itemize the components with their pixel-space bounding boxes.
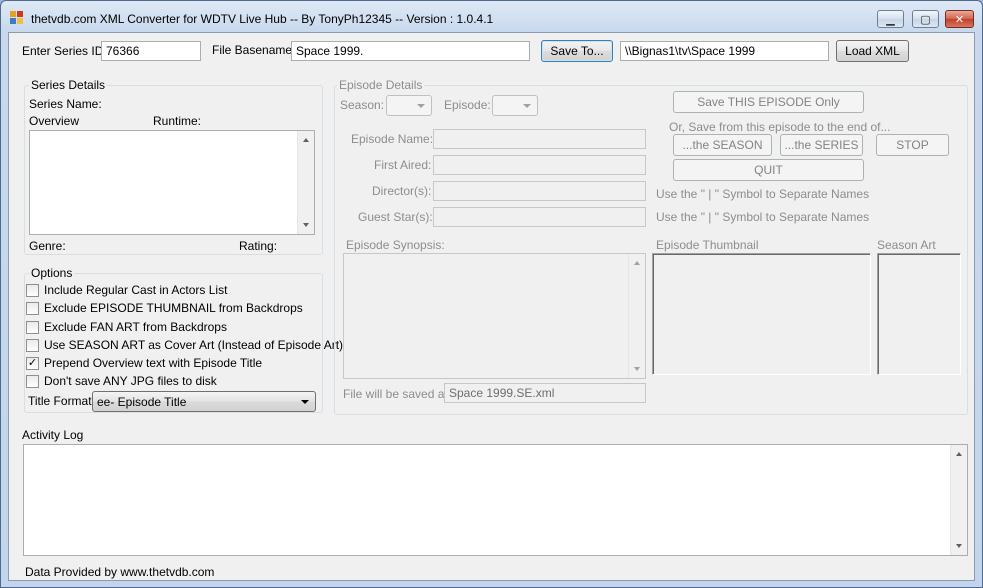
series-id-label: Enter Series ID [22, 44, 104, 58]
stop-button[interactable]: STOP [876, 134, 949, 156]
option-checkbox-season-art[interactable] [26, 339, 39, 352]
activity-log-scrollbar[interactable] [950, 445, 967, 555]
first-aired-label: First Aired: [374, 158, 432, 172]
directors-input[interactable] [433, 181, 646, 201]
overview-textarea[interactable] [29, 130, 315, 235]
chevron-down-icon [523, 104, 531, 108]
minimize-icon: ▁ [886, 13, 895, 26]
title-format-select[interactable]: ee- Episode Title [92, 391, 316, 412]
option-label-exclude-thumbnail: Exclude EPISODE THUMBNAIL from Backdrops [44, 301, 303, 315]
save-path-input[interactable]: \\Bignas1\tv\Space 1999 [620, 41, 829, 61]
option-label-prepend-overview: Prepend Overview text with Episode Title [44, 356, 263, 370]
activity-log-textarea[interactable] [23, 444, 968, 556]
options-title: Options [29, 266, 75, 280]
episode-name-label: Episode Name: [351, 132, 434, 146]
synopsis-label: Episode Synopsis: [346, 238, 445, 252]
option-checkbox-prepend-overview[interactable]: ✓ [26, 357, 39, 370]
chevron-down-icon [417, 104, 425, 108]
guest-stars-input[interactable] [433, 207, 646, 227]
episode-label: Episode: [444, 98, 491, 112]
activity-log-label: Activity Log [22, 428, 84, 442]
app-icon [10, 11, 24, 25]
option-checkbox-exclude-fanart[interactable] [26, 321, 39, 334]
close-button[interactable]: ✕ [945, 10, 974, 28]
scroll-down-icon [634, 367, 640, 371]
first-aired-input[interactable] [433, 155, 646, 175]
footer-credit: Data Provided by www.thetvdb.com [25, 565, 215, 579]
app-window: thetvdb.com XML Converter for WDTV Live … [0, 0, 983, 588]
runtime-label: Runtime: [153, 114, 202, 128]
client-area: Enter Series ID 76366 File Basename Spac… [8, 32, 975, 581]
the-season-button[interactable]: ...the SEASON [673, 134, 772, 156]
basename-input[interactable]: Space 1999. [291, 41, 530, 61]
option-checkbox-no-jpg[interactable] [26, 375, 39, 388]
title-format-label: Title Format : [28, 394, 99, 408]
scroll-down-icon [303, 223, 309, 227]
option-checkbox-exclude-thumbnail[interactable] [26, 302, 39, 315]
series-name-label: Series Name: [29, 97, 102, 111]
separator-hint-directors: Use the " | " Symbol to Separate Names [656, 187, 870, 201]
episode-thumbnail-image [652, 253, 871, 375]
thumbnail-label: Episode Thumbnail [656, 238, 759, 252]
season-art-label: Season Art [877, 238, 936, 252]
title-format-value: ee- Episode Title [97, 395, 187, 409]
option-label-regular-cast: Include Regular Cast in Actors List [44, 283, 228, 297]
directors-label: Director(s): [372, 184, 432, 198]
season-art-image [877, 253, 961, 375]
overview-label: Overview [29, 114, 80, 128]
maximize-icon: ▢ [920, 13, 931, 26]
saved-as-input[interactable]: Space 1999.SE.xml [444, 383, 646, 403]
title-bar[interactable]: thetvdb.com XML Converter for WDTV Live … [1, 1, 982, 33]
save-to-button[interactable]: Save To... [541, 40, 613, 62]
series-id-input[interactable]: 76366 [101, 41, 201, 61]
synopsis-scrollbar[interactable] [628, 254, 645, 378]
save-this-episode-button[interactable]: Save THIS EPISODE Only [673, 91, 864, 113]
scroll-up-icon [634, 261, 640, 265]
episode-details-title: Episode Details [337, 78, 425, 92]
save-range-label: Or, Save from this episode to the end of… [669, 120, 891, 134]
genre-label: Genre: [29, 239, 66, 253]
episode-select[interactable] [492, 95, 538, 116]
saved-as-label: File will be saved as: [343, 387, 454, 401]
synopsis-textarea[interactable] [343, 253, 646, 379]
episode-name-input[interactable] [433, 129, 646, 149]
rating-label: Rating: [239, 239, 278, 253]
maximize-button[interactable]: ▢ [912, 10, 939, 28]
separator-hint-guest-stars: Use the " | " Symbol to Separate Names [656, 210, 870, 224]
close-icon: ✕ [954, 13, 965, 26]
chevron-down-icon [301, 400, 309, 404]
minimize-button[interactable]: ▁ [877, 10, 904, 28]
scroll-down-icon [956, 544, 962, 548]
overview-scrollbar[interactable] [297, 131, 314, 234]
option-label-no-jpg: Don't save ANY JPG files to disk [44, 374, 217, 388]
check-icon: ✓ [27, 357, 38, 369]
quit-button[interactable]: QUIT [673, 159, 864, 181]
series-details-title: Series Details [29, 78, 108, 92]
guest-stars-label: Guest Star(s): [358, 210, 433, 224]
window-title: thetvdb.com XML Converter for WDTV Live … [31, 12, 494, 26]
season-label: Season: [340, 98, 385, 112]
basename-label: File Basename [212, 43, 293, 57]
option-checkbox-regular-cast[interactable] [26, 284, 39, 297]
load-xml-button[interactable]: Load XML [836, 40, 909, 62]
season-select[interactable] [386, 95, 432, 116]
option-label-season-art: Use SEASON ART as Cover Art (Instead of … [44, 338, 344, 352]
scroll-up-icon [956, 452, 962, 456]
the-series-button[interactable]: ...the SERIES [780, 134, 863, 156]
scroll-up-icon [303, 138, 309, 142]
option-label-exclude-fanart: Exclude FAN ART from Backdrops [44, 320, 227, 334]
